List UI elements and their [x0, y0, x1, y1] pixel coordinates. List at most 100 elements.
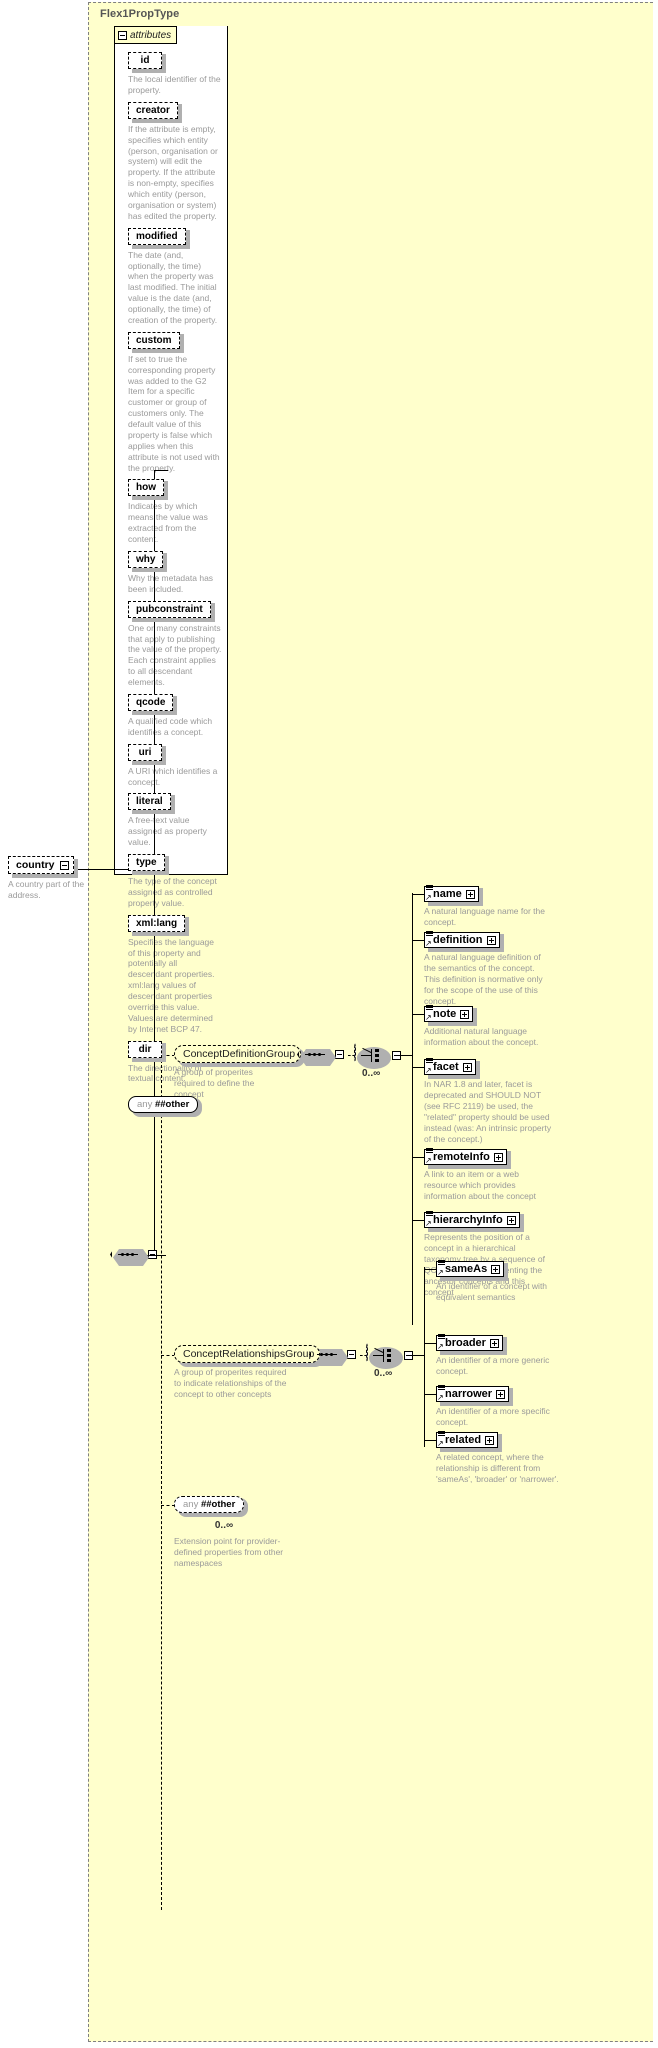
- expand-plus-icon[interactable]: [506, 1215, 516, 1225]
- element-box-narrower[interactable]: narrower ↗: [436, 1384, 514, 1406]
- element-name[interactable]: name ↗ A natural language name for the con…: [424, 884, 552, 928]
- cdg-sequence-dots-icon: [305, 1053, 325, 1056]
- extension-any-box[interactable]: any ##other: [174, 1494, 249, 1517]
- documentation-icon: [426, 1148, 433, 1153]
- element-sameas[interactable]: sameAs ↗ An identifier of a concept with e…: [436, 1259, 564, 1303]
- attribute-label: id: [128, 52, 162, 69]
- conceptrelationshipsgroup-box[interactable]: ConceptRelationshipsGroup: [174, 1344, 325, 1367]
- element-label: hierarchyInfo: [433, 1214, 503, 1226]
- element-box-broader[interactable]: broader ↗: [436, 1333, 507, 1355]
- extension-any-other[interactable]: any ##other 0..∞ Extension point for pro…: [174, 1494, 284, 1569]
- attribute-description: One or many constraints that apply to pu…: [128, 622, 222, 687]
- expand-plus-icon[interactable]: [485, 1435, 495, 1445]
- conceptdefinitiongroup-box[interactable]: ConceptDefinitionGroup: [174, 1044, 306, 1067]
- sequence-shape[interactable]: [110, 1245, 138, 1264]
- crg-choice-shape[interactable]: [366, 1343, 403, 1369]
- attributes-header[interactable]: attributes: [114, 26, 177, 44]
- attribute-box-custom[interactable]: custom: [128, 330, 184, 353]
- cdg-choice-compositor[interactable]: 0..∞: [354, 1043, 401, 1079]
- attribute-qcode: qcode A qualified code which identifies a…: [128, 692, 224, 738]
- connector-cdg-choice-out: [397, 1055, 412, 1056]
- element-box-hierarchyinfo[interactable]: hierarchyInfo ↗: [424, 1210, 524, 1232]
- expand-plus-icon[interactable]: [462, 1062, 472, 1072]
- element-broader[interactable]: broader ↗ An identifier of a more generic …: [436, 1333, 564, 1377]
- cdg-sequence-collapse-icon[interactable]: [335, 1050, 344, 1059]
- reference-arrow-icon: ↗: [425, 1156, 432, 1165]
- documentation-icon: [426, 1005, 433, 1010]
- element-definition[interactable]: definition ↗ A natural language definition…: [424, 930, 552, 1007]
- cdg-occurs-label: 0..∞: [362, 1068, 381, 1079]
- element-related[interactable]: related ↗ A related concept, where the rel…: [436, 1430, 564, 1485]
- attributes-any-other-box[interactable]: any ##other: [128, 1094, 203, 1118]
- attribute-box-pubconstraint[interactable]: pubconstraint: [128, 599, 215, 622]
- attribute-box-dir[interactable]: dir: [128, 1039, 166, 1062]
- element-box-name[interactable]: name ↗: [424, 884, 483, 906]
- crg-occurs-label: 0..∞: [374, 1368, 393, 1379]
- attribute-description: The date (and, optionally, the time) whe…: [128, 249, 218, 325]
- connector-dashed-to-any: [161, 1505, 175, 1506]
- documentation-icon: [438, 1260, 445, 1265]
- attribute-label: custom: [128, 331, 180, 349]
- crg-choice-compositor[interactable]: 0..∞: [366, 1343, 413, 1379]
- cdg-choice-shape[interactable]: [354, 1043, 391, 1069]
- expand-plus-icon[interactable]: [489, 1338, 499, 1348]
- crg-branch-spine: [424, 1267, 425, 1447]
- element-note[interactable]: note ↗ Additional natural language informa…: [424, 1004, 552, 1048]
- expand-plus-icon[interactable]: [493, 1152, 503, 1162]
- attributes-list: id The local identifier of the property. c…: [128, 50, 224, 1118]
- element-description: An identifier of a more generic concept.: [436, 1355, 550, 1377]
- attribute-box-type[interactable]: type: [128, 852, 169, 875]
- expand-plus-icon[interactable]: [491, 1264, 501, 1274]
- attribute-box-why[interactable]: why: [128, 549, 168, 572]
- element-label: name: [433, 888, 462, 900]
- attribute-label: type: [128, 854, 165, 871]
- attribute-box-id[interactable]: id: [128, 50, 166, 73]
- element-box-remoteinfo[interactable]: remoteInfo ↗: [424, 1147, 511, 1169]
- element-box-definition[interactable]: definition ↗: [424, 930, 503, 952]
- documentation-icon: [426, 1058, 433, 1063]
- country-label: country: [16, 859, 55, 871]
- expand-plus-icon[interactable]: [465, 889, 475, 899]
- element-country[interactable]: country A country part of the address.: [8, 855, 88, 901]
- element-box-sameas[interactable]: sameAs ↗: [436, 1259, 509, 1281]
- attribute-label: creator: [128, 101, 178, 119]
- element-remoteinfo[interactable]: remoteInfo ↗ A link to an item or a web re…: [424, 1147, 552, 1202]
- element-box-note[interactable]: note ↗: [424, 1004, 478, 1026]
- element-box-related[interactable]: related ↗: [436, 1430, 503, 1452]
- choice-icon: [361, 1047, 381, 1062]
- group-ref-conceptdefinitiongroup[interactable]: ConceptDefinitionGroup A group of proper…: [174, 1044, 306, 1100]
- element-facet[interactable]: facet ↗ In NAR 1.8 and later, facet is dep…: [424, 1057, 552, 1145]
- attribute-description: Indicates by which means the value was e…: [128, 501, 208, 544]
- group-ref-conceptrelationshipsgroup[interactable]: ConceptRelationshipsGroup A group of pro…: [174, 1344, 325, 1400]
- conceptdefinitiongroup-label: ConceptDefinitionGroup: [183, 1048, 296, 1060]
- expand-plus-icon[interactable]: [486, 935, 496, 945]
- attribute-box-creator[interactable]: creator: [128, 100, 182, 123]
- main-sequence-compositor[interactable]: [110, 1245, 157, 1264]
- element-box-facet[interactable]: facet ↗: [424, 1057, 480, 1079]
- attribute-box-literal[interactable]: literal: [128, 791, 175, 815]
- country-box[interactable]: country: [8, 856, 74, 874]
- collapse-minus-icon[interactable]: [118, 30, 127, 40]
- crg-sequence-collapse-icon[interactable]: [347, 1350, 356, 1359]
- attribute-custom: custom If set to true the corresponding p…: [128, 330, 224, 474]
- expand-plus-icon[interactable]: [460, 1009, 470, 1019]
- attribute-box-uri[interactable]: uri: [128, 742, 166, 765]
- extension-any-description: Extension point for provider-defined pro…: [174, 1536, 284, 1569]
- reference-arrow-icon: ↗: [425, 1013, 432, 1022]
- attribute-box-modified[interactable]: modified: [128, 226, 190, 249]
- element-label: note: [433, 1008, 457, 1020]
- attribute-label: how: [128, 479, 164, 497]
- element-narrower[interactable]: narrower ↗ An identifier of a more specifi…: [436, 1384, 564, 1428]
- element-description: In NAR 1.8 and later, facet is deprecate…: [424, 1079, 552, 1145]
- attributes-any-prefix: any: [137, 1099, 153, 1111]
- attribute-how: how Indicates by which means the value wa…: [128, 477, 224, 545]
- attribute-box-how[interactable]: how: [128, 477, 168, 501]
- attribute-box-xml-lang[interactable]: xml:lang: [128, 913, 190, 936]
- attribute-uri: uri A URI which identifies a concept.: [128, 742, 224, 788]
- reference-arrow-icon: ↗: [425, 1219, 432, 1228]
- country-description: A country part of the address.: [8, 879, 85, 901]
- expand-plus-icon[interactable]: [496, 1389, 506, 1399]
- country-collapse-icon[interactable]: [59, 860, 69, 870]
- attribute-box-qcode[interactable]: qcode: [128, 692, 178, 715]
- element-description: A natural language definition of the sem…: [424, 952, 543, 1007]
